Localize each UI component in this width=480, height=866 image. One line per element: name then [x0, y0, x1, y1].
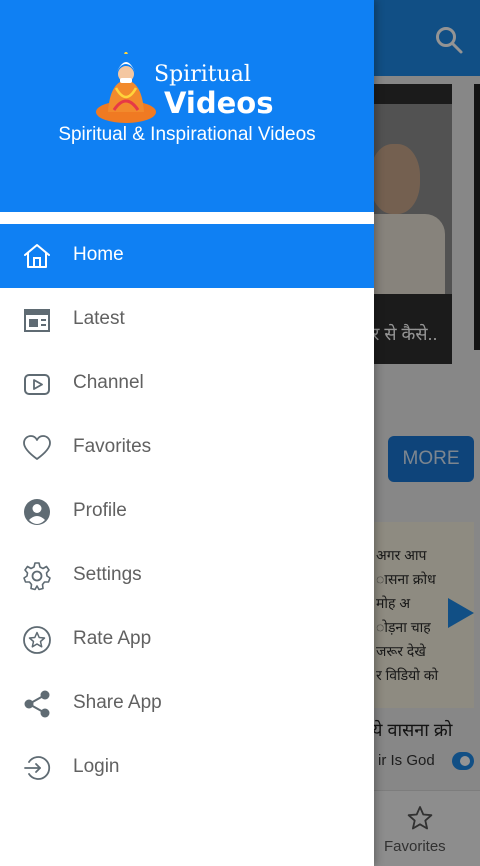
share-icon — [21, 688, 53, 720]
drawer-item-share-app[interactable]: Share App — [0, 672, 374, 736]
drawer-menu: Home Latest Channel Favorites Profile Se… — [0, 224, 374, 800]
drawer-item-label: Rate App — [73, 628, 152, 649]
drawer-item-profile[interactable]: Profile — [0, 480, 374, 544]
drawer-item-label: Login — [73, 756, 120, 777]
home-icon — [21, 240, 53, 272]
drawer-item-channel[interactable]: Channel — [0, 352, 374, 416]
star-icon — [21, 624, 53, 656]
drawer-item-label: Latest — [73, 308, 125, 329]
app-tagline: Spiritual & Inspirational Videos — [58, 124, 316, 145]
drawer-item-label: Profile — [73, 500, 127, 521]
calendar-icon — [21, 304, 53, 336]
drawer-item-label: Share App — [73, 692, 162, 713]
drawer-item-home[interactable]: Home — [0, 224, 374, 288]
logo-title-line1: Spiritual — [154, 62, 251, 87]
drawer-item-rate-app[interactable]: Rate App — [0, 608, 374, 672]
saint-logo-icon — [94, 50, 158, 124]
gear-icon — [21, 560, 53, 592]
drawer-item-favorites[interactable]: Favorites — [0, 416, 374, 480]
logo-title-line2: Videos — [164, 86, 274, 120]
drawer-item-settings[interactable]: Settings — [0, 544, 374, 608]
drawer-item-label: Home — [73, 244, 124, 265]
heart-icon — [21, 432, 53, 464]
navigation-drawer: Spiritual Videos Spiritual & Inspiration… — [0, 0, 374, 866]
drawer-item-login[interactable]: Login — [0, 736, 374, 800]
profile-icon — [21, 496, 53, 528]
drawer-item-label: Settings — [73, 564, 142, 585]
login-icon — [21, 752, 53, 784]
drawer-item-latest[interactable]: Latest — [0, 288, 374, 352]
play-channel-icon — [21, 368, 53, 400]
drawer-item-label: Favorites — [73, 436, 152, 457]
drawer-header: Spiritual Videos Spiritual & Inspiration… — [0, 0, 374, 212]
drawer-item-label: Channel — [73, 372, 144, 393]
